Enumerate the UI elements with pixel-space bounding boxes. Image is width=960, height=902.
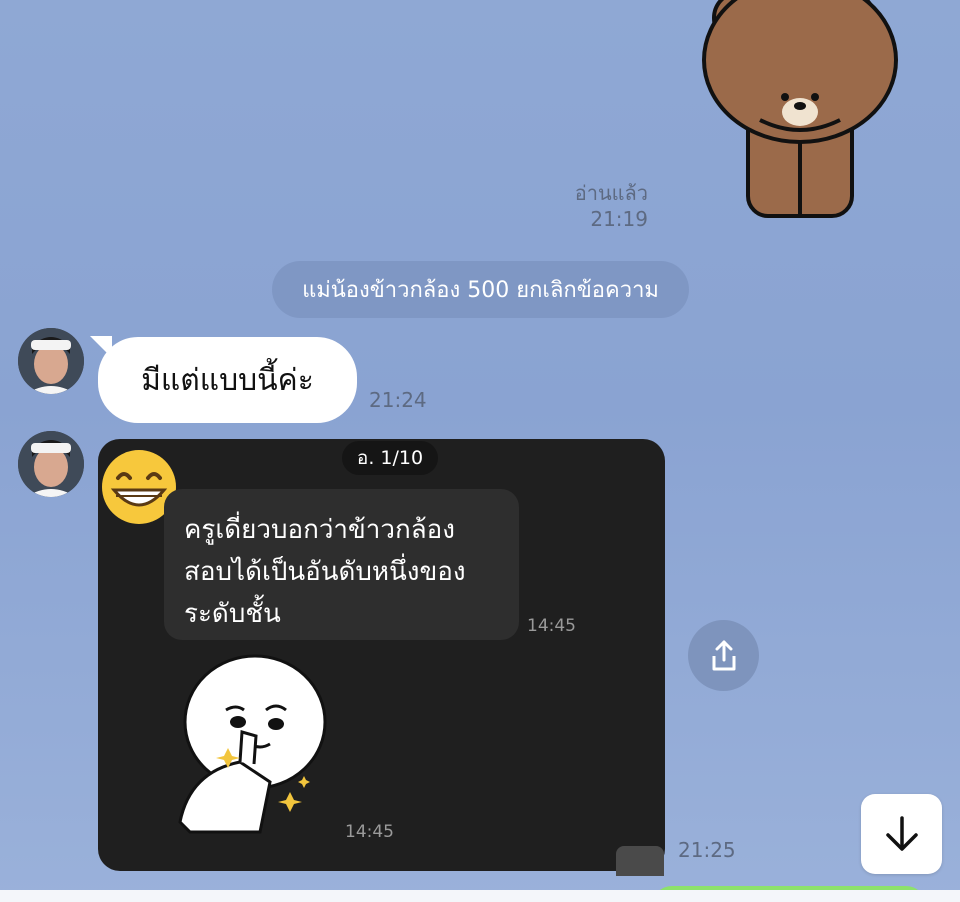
bear-sticker[interactable] <box>700 0 900 220</box>
message-time: 21:25 <box>678 838 736 862</box>
page-indicator: อ. 1/10 <box>342 441 438 475</box>
read-receipt: อ่านแล้ว 21:19 <box>575 180 648 232</box>
moon-sticker <box>170 652 340 842</box>
system-message: แม่น้องข้าวกล้อง 500 ยกเลิกข้อความ <box>272 261 689 318</box>
partial-element <box>616 846 664 876</box>
inner-message: ครูเดี่ยวบอกว่าข้าวกล้อง สอบได้เป็นอันดั… <box>164 489 519 640</box>
scroll-down-button[interactable] <box>861 794 942 874</box>
avatar[interactable] <box>18 431 84 497</box>
inner-message-line: ครูเดี่ยวบอกว่าข้าวกล้อง <box>184 515 455 545</box>
inner-time: 14:45 <box>345 822 394 842</box>
share-icon <box>712 640 735 670</box>
message-bubble[interactable]: มีแต่แบบนี้ค่ะ <box>98 337 357 423</box>
avatar[interactable] <box>18 328 84 394</box>
inner-message-line: ระดับชั้น <box>184 599 281 629</box>
share-button[interactable] <box>688 620 759 691</box>
inner-time: 14:45 <box>527 616 576 636</box>
message-time: 21:24 <box>369 388 427 412</box>
inner-message-line: สอบได้เป็นอันดับหนึ่งของ <box>184 557 466 587</box>
read-status: อ่านแล้ว <box>574 181 648 205</box>
arrow-down-icon <box>885 816 918 851</box>
read-time: 21:19 <box>590 207 648 231</box>
bottom-bar <box>0 890 960 902</box>
